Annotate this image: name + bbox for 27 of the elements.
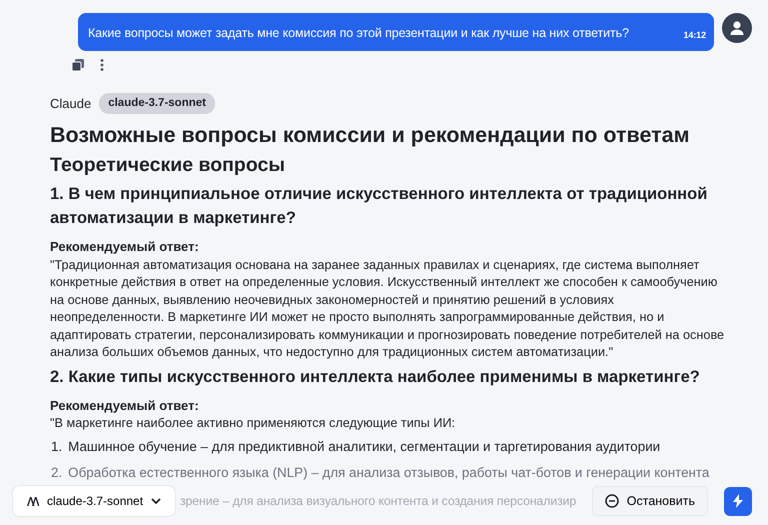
list-item: Машинное обучение – для предиктивной аналитики, сегментации и таргетирования аудитории (68, 438, 660, 456)
question-heading: 1. В чем принципиальное отличие искусственного интеллекта от традиционной автоматизации в маркетинге? (50, 184, 708, 230)
timestamp: 14:12 (683, 29, 706, 42)
answer-label: Рекомендуемый ответ: (50, 238, 200, 256)
question-heading: 2. Какие типы искусственного интеллекта наиболее применимы в маркетинге? (50, 366, 701, 388)
model-badge: claude-3.7-sonnet (99, 92, 215, 114)
list-number: 1. (51, 438, 62, 456)
heading: Возможные вопросы комиссии и рекомендации по ответам (50, 122, 691, 149)
message-text: Какие вопросы может задать мне комиссия по этой презентации и как лучше на них ответить? (88, 25, 630, 42)
chevron-down-icon (151, 498, 162, 504)
lightning-icon (733, 494, 743, 508)
subheading: Теоретические вопросы (50, 154, 286, 178)
avatar-icon (722, 13, 752, 43)
model-selector[interactable]: claude-3.7-sonnet (12, 485, 176, 517)
model-logo-icon (27, 496, 39, 506)
assistant-name: Claude (50, 94, 92, 113)
copy-icon[interactable] (72, 58, 84, 71)
list-number: 2. (51, 464, 62, 482)
stop-icon (604, 494, 619, 508)
send-button[interactable] (724, 486, 752, 516)
paragraph: "Традиционная автоматизация основана на заранее заданных правилах и сценариях, где система выполняет конкретные действия в ответ на определенные условия. Искусственный интеллект же способен к самообучению на основе данных, выявлению неочевидных закономерностей и принятию решений в условиях неопределенности. В маркетинге ИИ может не просто выполнять запрограммированные действия, но и адаптировать стратегии, персонализировать коммуникации и прогнозировать поведение потребителей на основе анализа больших объемов данных, что недоступно для традиционных систем автоматизации." (50, 256, 726, 362)
more-icon[interactable] (100, 58, 104, 71)
answer-label: Рекомендуемый ответ: (50, 396, 200, 415)
list-item: зрение – для анализа визуального контента и создания персонализир (180, 492, 576, 510)
list-item: Обработка естественного языка (NLP) – для анализа отзывов, работы чат-ботов и генерации контента (68, 464, 710, 482)
paragraph: "В маркетинге наиболее активно применяются следующие типы ИИ: (50, 415, 456, 432)
stop-button[interactable]: Остановить (592, 486, 708, 516)
